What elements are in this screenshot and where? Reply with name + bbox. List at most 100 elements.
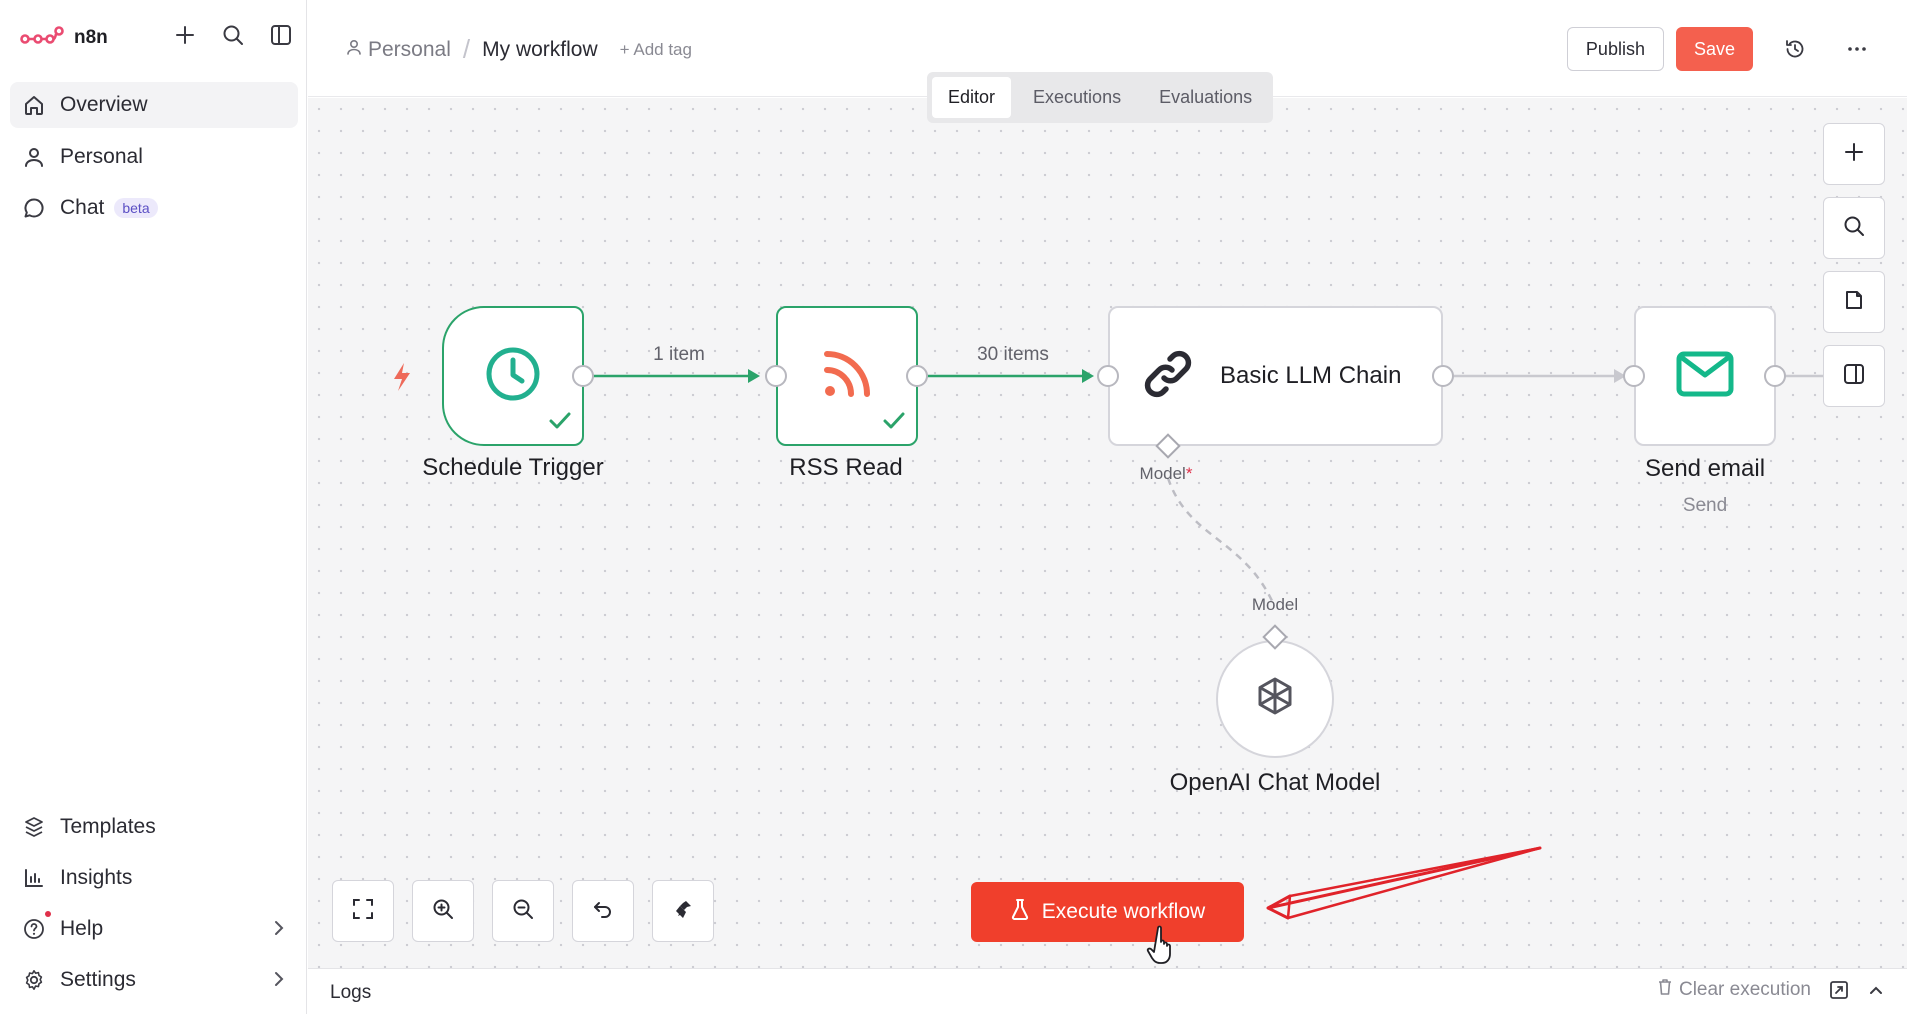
workflow-name[interactable]: My workflow xyxy=(482,38,598,62)
connection-model[interactable] xyxy=(1166,477,1275,604)
clock-icon xyxy=(483,344,543,409)
input-handle[interactable] xyxy=(1623,365,1645,387)
connections-layer xyxy=(394,363,1828,604)
more-options-icon[interactable] xyxy=(1837,29,1877,69)
zoom-out-button[interactable] xyxy=(492,880,554,942)
chevron-up-icon[interactable] xyxy=(1867,981,1885,999)
panel-toggle-icon[interactable] xyxy=(268,22,294,48)
execute-workflow-label: Execute workflow xyxy=(1041,900,1206,923)
success-check-icon xyxy=(882,411,906,436)
chevron-right-icon xyxy=(272,969,286,995)
execute-workflow-button[interactable]: Execute workflow xyxy=(971,882,1244,942)
clear-execution-button[interactable]: Clear execution xyxy=(1657,978,1811,1002)
link-chain-icon xyxy=(1138,344,1198,409)
notification-dot xyxy=(45,911,51,917)
output-handle[interactable] xyxy=(572,365,594,387)
user-icon xyxy=(346,38,362,62)
search-icon[interactable] xyxy=(220,22,246,48)
zoom-in-button[interactable] xyxy=(412,880,474,942)
logs-title[interactable]: Logs xyxy=(330,982,371,1004)
edge-label-item-count: 30 items xyxy=(977,344,1049,365)
tidy-up-button[interactable] xyxy=(652,880,714,942)
home-icon xyxy=(22,93,46,117)
node-rss-read[interactable] xyxy=(776,306,918,446)
sidebar-item-help[interactable]: Help xyxy=(10,906,298,952)
sidebar-item-templates[interactable]: Templates xyxy=(10,804,298,850)
workflow-canvas[interactable]: Schedule Trigger 1 item RSS Read 30 item… xyxy=(308,98,1907,968)
breadcrumb: Personal / My workflow + Add tag xyxy=(346,34,692,65)
chevron-right-icon xyxy=(272,918,286,944)
beta-badge: beta xyxy=(114,198,158,218)
history-icon[interactable] xyxy=(1775,29,1815,69)
sidebar-item-chat[interactable]: Chat beta xyxy=(10,185,298,231)
brand[interactable]: n8n xyxy=(20,22,108,54)
node-label: OpenAI Chat Model xyxy=(1169,769,1381,796)
breadcrumb-project[interactable]: Personal xyxy=(346,38,451,62)
output-handle[interactable] xyxy=(1432,365,1454,387)
sidebar-item-personal[interactable]: Personal xyxy=(10,134,298,180)
search-nodes-button[interactable] xyxy=(1823,197,1885,259)
tab-editor[interactable]: Editor xyxy=(932,77,1012,118)
insights-icon xyxy=(22,866,46,890)
success-check-icon xyxy=(548,411,572,436)
sticky-note-button[interactable] xyxy=(1823,271,1885,333)
help-icon xyxy=(22,917,46,941)
breadcrumb-separator: / xyxy=(462,34,471,64)
tab-executions[interactable]: Executions xyxy=(1017,77,1137,118)
node-schedule-trigger[interactable] xyxy=(442,306,584,446)
toggle-panel-button[interactable] xyxy=(1823,345,1885,407)
rss-icon xyxy=(821,348,873,405)
user-icon xyxy=(22,145,46,169)
model-output-label: Model xyxy=(1251,595,1299,614)
annotation-arrow-icon xyxy=(1266,846,1542,920)
edge-label-item-count: 1 item xyxy=(653,344,705,365)
fit-view-button[interactable] xyxy=(332,880,394,942)
sidebar-item-label: Overview xyxy=(60,93,148,116)
output-handle[interactable] xyxy=(906,365,928,387)
sticky-note-icon xyxy=(1843,289,1865,316)
chat-icon xyxy=(22,196,46,220)
zoom-in-icon xyxy=(432,898,454,925)
sidebar-item-settings[interactable]: Settings xyxy=(10,957,298,1003)
plus-icon xyxy=(1843,141,1865,168)
app-name: n8n xyxy=(74,27,108,48)
view-tabs: Editor Executions Evaluations xyxy=(927,72,1274,123)
arrowhead-icon xyxy=(748,369,760,383)
node-label: Schedule Trigger xyxy=(422,454,604,481)
pop-out-icon[interactable] xyxy=(1829,980,1849,1000)
node-basic-llm-chain[interactable]: Basic LLM Chain xyxy=(1108,306,1443,446)
trash-icon xyxy=(1657,978,1673,1002)
node-sublabel: Send xyxy=(1682,495,1728,516)
node-openai-chat-model[interactable] xyxy=(1216,640,1334,758)
zoom-out-icon xyxy=(512,898,534,925)
undo-button[interactable] xyxy=(572,880,634,942)
hand-cursor-icon xyxy=(1146,925,1171,964)
input-handle[interactable] xyxy=(765,365,787,387)
sidebar-item-overview[interactable]: Overview xyxy=(10,82,298,128)
add-node-button[interactable] xyxy=(1823,123,1885,185)
sidebar-item-insights[interactable]: Insights xyxy=(10,855,298,901)
save-button[interactable]: Save xyxy=(1675,27,1753,71)
logs-bar[interactable]: Logs Clear execution xyxy=(308,968,1907,1014)
panel-icon xyxy=(1843,363,1865,390)
sidebar-item-label: Templates xyxy=(60,815,156,838)
n8n-logo-icon xyxy=(20,25,64,52)
plus-icon[interactable] xyxy=(172,22,198,48)
tab-evaluations[interactable]: Evaluations xyxy=(1143,77,1268,118)
add-tag-button[interactable]: + Add tag xyxy=(620,40,692,60)
output-handle[interactable] xyxy=(1764,365,1786,387)
publish-button[interactable]: Publish xyxy=(1566,27,1664,71)
flask-icon xyxy=(1010,898,1030,926)
settings-icon xyxy=(22,968,46,992)
model-input-label: Model* xyxy=(1139,464,1193,483)
sidebar-item-label: Help xyxy=(60,917,104,940)
openai-icon xyxy=(1251,673,1299,726)
input-handle[interactable] xyxy=(1097,365,1119,387)
sidebar: n8n Overview Personal Chat beta Template… xyxy=(0,0,307,1014)
broom-icon xyxy=(672,898,694,925)
search-icon xyxy=(1843,215,1865,242)
node-label: Basic LLM Chain xyxy=(1220,362,1402,389)
node-send-email[interactable] xyxy=(1634,306,1776,446)
node-label: RSS Read xyxy=(789,454,903,481)
sidebar-item-label: Settings xyxy=(60,968,136,991)
